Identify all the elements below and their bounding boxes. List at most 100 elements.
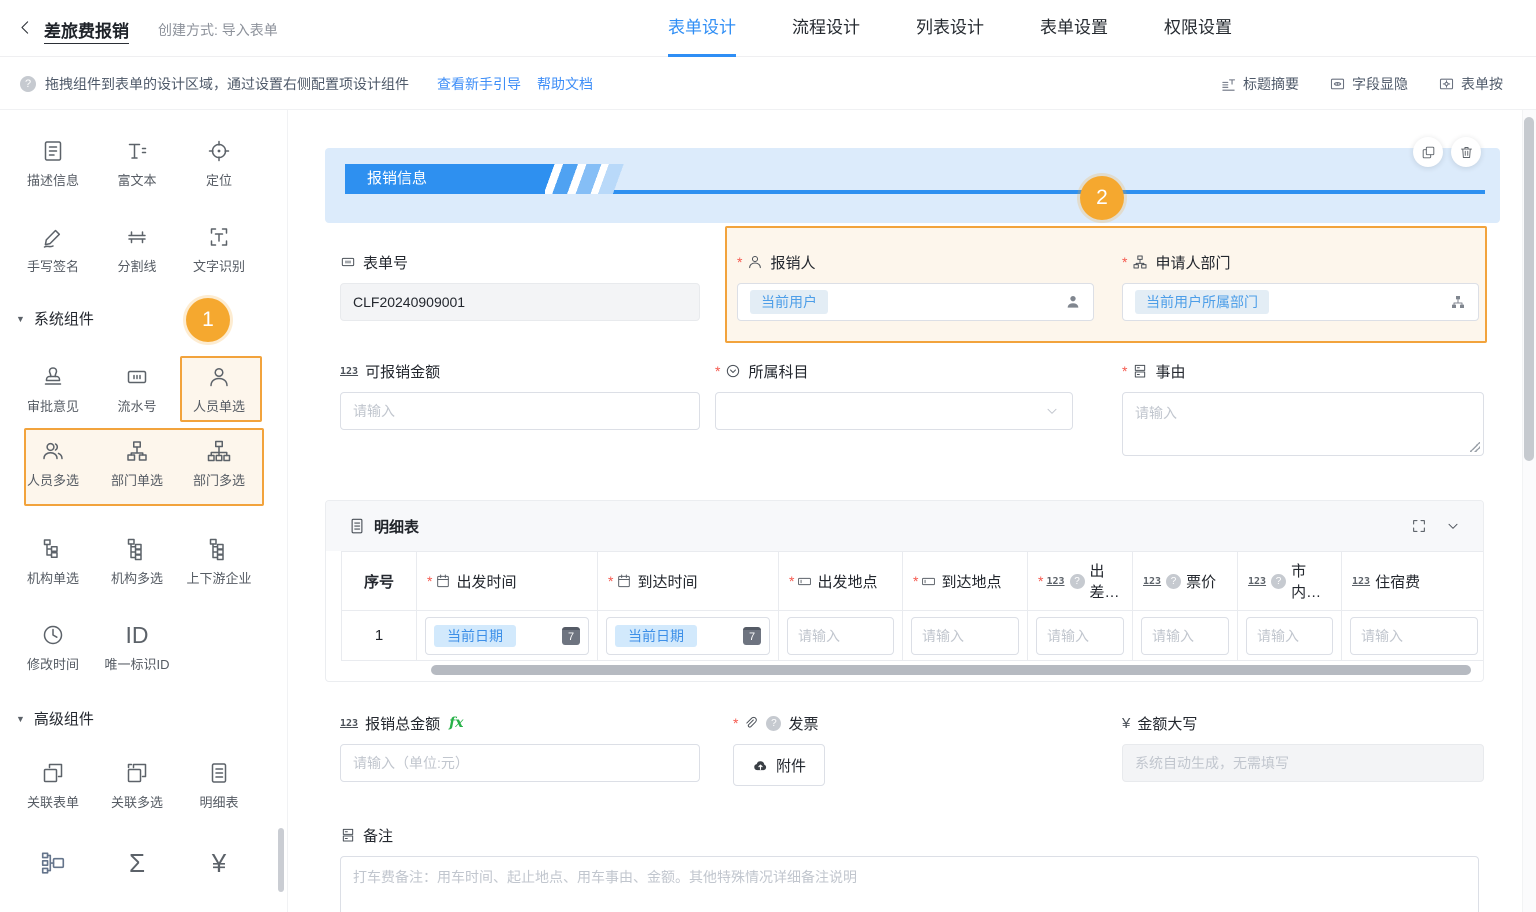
travel-allowance-input[interactable]: 请输入 (1036, 617, 1124, 655)
depart-place-input[interactable]: 请输入 (787, 617, 894, 655)
current-date-tag[interactable]: 当前日期 (615, 625, 697, 647)
sidebar-item-modified-time[interactable]: 修改时间 (12, 620, 94, 673)
remark-textarea[interactable]: 打车费备注：用车时间、起止地点、用车事由、金额。其他特殊情况详细备注说明 (340, 856, 1479, 912)
expand-icon[interactable] (1411, 518, 1427, 534)
sidebar-item-detail-table[interactable]: 明细表 (178, 758, 260, 811)
field-applicant[interactable]: * 报销人 当前用户 (737, 252, 1094, 321)
col-city-transport[interactable]: 123 ? 市内… (1238, 551, 1342, 611)
main-scrollbar-thumb[interactable] (1524, 117, 1534, 461)
sidebar-item-person-single[interactable]: 人员单选 (178, 362, 260, 415)
field-claimable-amount[interactable]: 123 可报销金额 请输入 (340, 361, 700, 430)
dept-input[interactable]: 当前用户所属部门 (1122, 283, 1479, 321)
sidebar-item-person-multi[interactable]: 人员多选 (12, 436, 94, 489)
total-amount-input[interactable]: 请输入（单位:元） (340, 744, 700, 782)
field-remark[interactable]: 备注 打车费备注：用车时间、起止地点、用车事由、金额。其他特殊情况详细备注说明 (340, 825, 1479, 912)
number-field-icon: 123 (1248, 576, 1266, 587)
current-dept-tag[interactable]: 当前用户所属部门 (1135, 290, 1269, 314)
col-arrive-time[interactable]: * 到达时间 (598, 551, 779, 611)
sidebar-item-description[interactable]: 描述信息 (12, 136, 94, 189)
sidebar-item-dept-multi[interactable]: 部门多选 (178, 436, 260, 489)
col-hotel-fee[interactable]: 123 住宿费 (1342, 551, 1484, 611)
tab-list-design[interactable]: 列表设计 (916, 0, 984, 57)
section-system-components[interactable]: ▼ 系统组件 (16, 308, 94, 329)
field-applicant-dept[interactable]: * 申请人部门 当前用户所属部门 (1122, 252, 1479, 321)
sidebar-item-currency-component[interactable]: ¥ (178, 848, 260, 878)
current-date-tag[interactable]: 当前日期 (434, 625, 516, 647)
field-invoice[interactable]: * ? 发票 附件 (733, 713, 1090, 786)
sidebar-item-dept-single[interactable]: 部门单选 (96, 436, 178, 489)
sidebar-item-supply-chain[interactable]: 上下游企业 (178, 534, 260, 587)
field-label: 金额大写 (1137, 713, 1197, 734)
arrive-place-input[interactable]: 请输入 (911, 617, 1019, 655)
hotel-fee-input[interactable]: 请输入 (1350, 617, 1478, 655)
group-component-icon (12, 848, 94, 878)
sidebar-item-group-component[interactable] (12, 848, 94, 878)
sidebar-item-sum-component[interactable]: Σ (96, 848, 178, 878)
copy-button[interactable] (1413, 137, 1443, 167)
detail-table-card[interactable]: 明细表 序号 * 出发时间 * 到达时间 (325, 500, 1484, 682)
sidebar-item-approval-opinion[interactable]: 审批意见 (12, 362, 94, 415)
sidebar-item-location[interactable]: 定位 (178, 136, 260, 189)
title-summary-button[interactable]: 标题摘要 (1220, 74, 1299, 94)
current-user-tag[interactable]: 当前用户 (750, 290, 828, 314)
sidebar-item-linked-form[interactable]: 关联表单 (12, 758, 94, 811)
help-circle-icon: ? (20, 76, 36, 92)
field-amount-in-words[interactable]: ¥ 金额大写 系统自动生成，无需填写 (1122, 713, 1484, 782)
back-icon[interactable] (17, 19, 34, 36)
arrive-date-input[interactable]: 当前日期 7 (606, 617, 770, 655)
reason-textarea[interactable]: 请输入 (1122, 392, 1484, 456)
field-form-no[interactable]: 表单号 CLF20240909001 (340, 252, 700, 321)
title-summary-icon (1220, 76, 1237, 93)
field-visibility-button[interactable]: 字段显隐 (1329, 74, 1408, 94)
form-button-settings[interactable]: 表单按 (1438, 74, 1503, 94)
ticket-price-input[interactable]: 请输入 (1141, 617, 1229, 655)
col-arrive-place[interactable]: * 到达地点 (903, 551, 1028, 611)
attachment-button[interactable]: 附件 (733, 744, 825, 786)
field-reason[interactable]: * 事由 请输入 (1122, 361, 1484, 456)
tree-icon (12, 534, 94, 564)
sidebar-item-org-single[interactable]: 机构单选 (12, 534, 94, 587)
help-docs-link[interactable]: 帮助文档 (537, 74, 593, 94)
tab-permission-settings[interactable]: 权限设置 (1164, 0, 1232, 57)
claimable-amount-input[interactable]: 请输入 (340, 392, 700, 430)
sidebar-item-serial-number[interactable]: 流水号 (96, 362, 178, 415)
field-label: 所属科目 (748, 361, 808, 382)
field-total-amount[interactable]: 123 报销总金额 fx 请输入（单位:元） (340, 713, 700, 782)
trash-icon (1459, 145, 1474, 160)
col-ticket-price[interactable]: 123 ? 票价 (1133, 551, 1238, 611)
form-no-input[interactable]: CLF20240909001 (340, 283, 700, 321)
tab-form-settings[interactable]: 表单设置 (1040, 0, 1108, 57)
sidebar-item-signature[interactable]: 手写签名 (12, 222, 94, 275)
tab-form-design[interactable]: 表单设计 (668, 0, 736, 57)
sidebar-item-linked-multi[interactable]: 关联多选 (96, 758, 178, 811)
newbie-guide-link[interactable]: 查看新手引导 (437, 74, 521, 94)
detail-table-horizontal-scrollbar[interactable] (431, 665, 1471, 675)
help-circle-icon[interactable]: ? (1070, 574, 1085, 589)
applicant-input[interactable]: 当前用户 (737, 283, 1094, 321)
sidebar-item-org-multi[interactable]: 机构多选 (96, 534, 178, 587)
help-circle-icon[interactable]: ? (1166, 574, 1181, 589)
calendar-picker-icon[interactable]: 7 (562, 627, 580, 645)
help-circle-icon[interactable]: ? (1271, 574, 1286, 589)
col-travel-allowance[interactable]: * 123 ? 出差… (1028, 551, 1133, 611)
sidebar-item-divider[interactable]: 分割线 (96, 222, 178, 275)
tab-flow-design[interactable]: 流程设计 (792, 0, 860, 57)
field-subject[interactable]: * 所属科目 (715, 361, 1073, 430)
sidebar-item-unique-id[interactable]: ID 唯一标识ID (96, 620, 178, 673)
form-design-canvas: 报销信息 2 表单号 CLF20240909001 * 报销人 当前用户 * (289, 110, 1536, 912)
depart-date-input[interactable]: 当前日期 7 (425, 617, 589, 655)
col-depart-place[interactable]: * 出发地点 (779, 551, 903, 611)
subject-select[interactable] (715, 392, 1073, 430)
calendar-picker-icon[interactable]: 7 (743, 627, 761, 645)
sidebar-item-richtext[interactable]: 富文本 (96, 136, 178, 189)
section-advanced-components[interactable]: ▼ 高级组件 (16, 708, 94, 729)
sidebar-item-ocr[interactable]: 文字识别 (178, 222, 260, 275)
gear-box-icon (1438, 76, 1455, 93)
city-transport-input[interactable]: 请输入 (1246, 617, 1333, 655)
col-depart-time[interactable]: * 出发时间 (417, 551, 598, 611)
sidebar-scrollbar[interactable] (278, 828, 284, 892)
help-circle-icon[interactable]: ? (766, 716, 781, 731)
collapse-chevron-icon[interactable] (1445, 518, 1461, 534)
delete-button[interactable] (1451, 137, 1481, 167)
resize-handle[interactable] (1470, 442, 1480, 452)
